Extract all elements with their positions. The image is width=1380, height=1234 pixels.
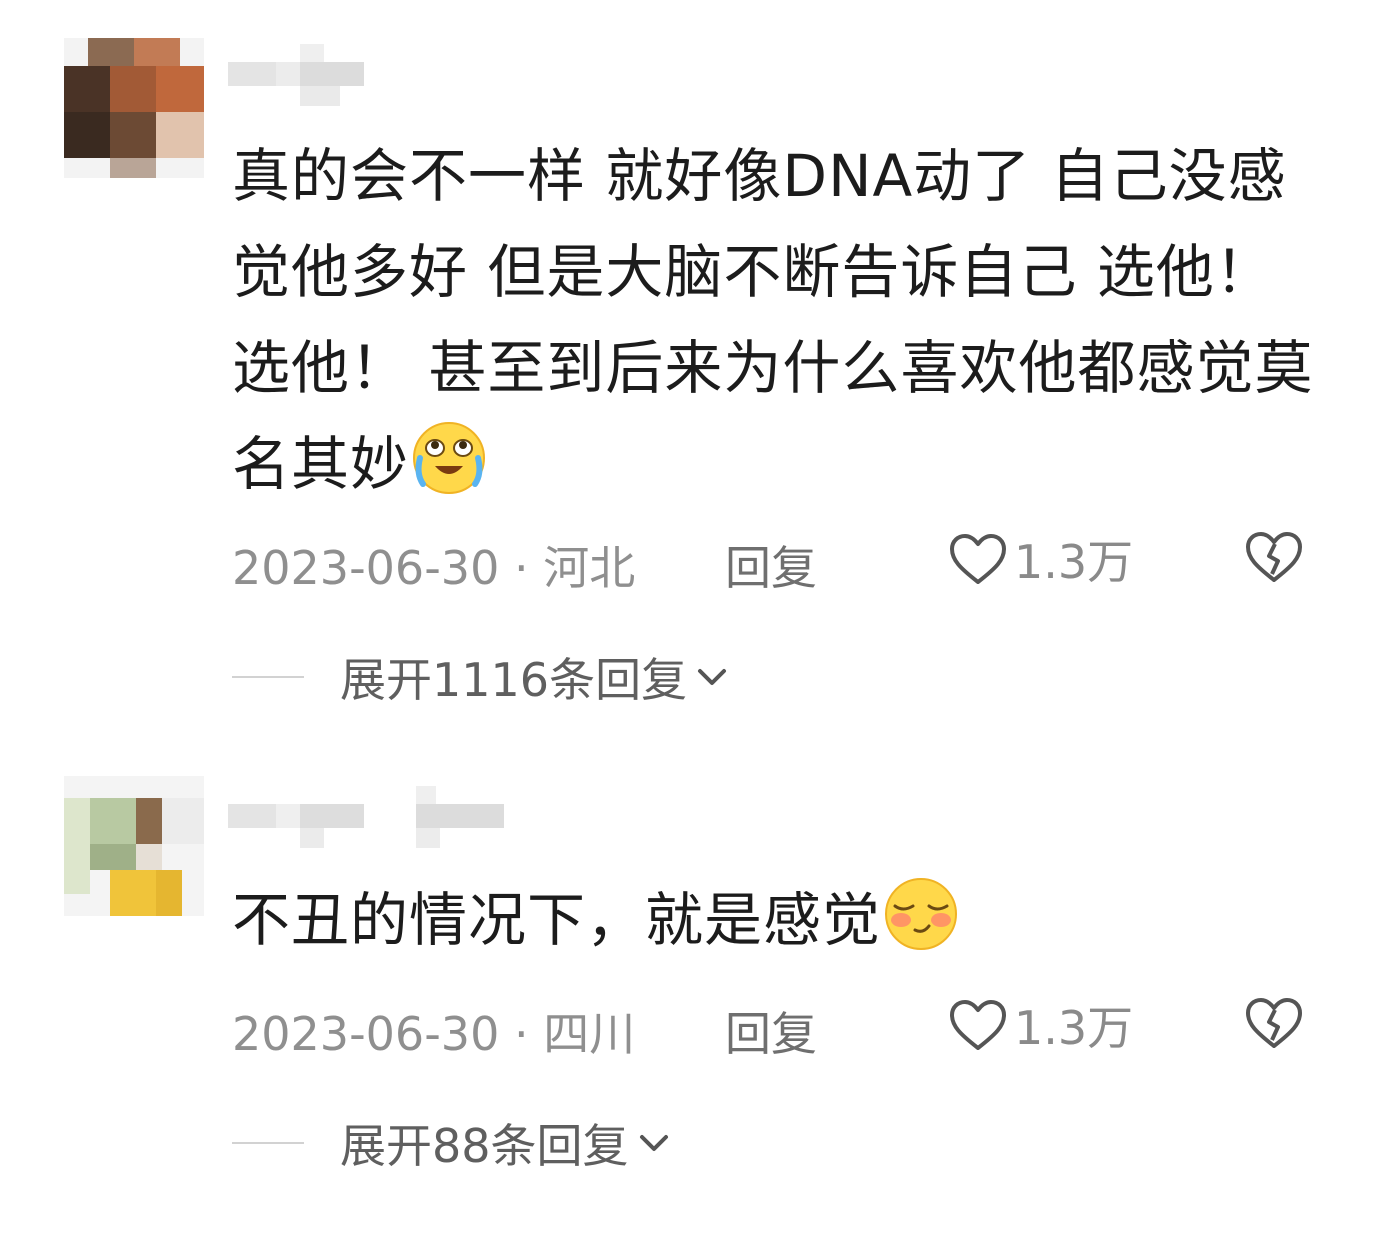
like-button[interactable]: 1.3万 bbox=[948, 524, 1133, 594]
username-blurred[interactable] bbox=[228, 786, 508, 866]
comment-meta: 2023-06-30 · 河北 回复 1.3万 bbox=[232, 524, 1332, 595]
dislike-button[interactable] bbox=[1244, 530, 1304, 595]
date-location: 2023-06-30 · 四川 bbox=[232, 1007, 636, 1061]
expand-replies-button[interactable]: 展开1116条回复 bbox=[232, 642, 932, 712]
like-button[interactable]: 1.3万 bbox=[948, 990, 1133, 1060]
chevron-down-icon bbox=[639, 1135, 668, 1151]
comment-body: 真的会不一样 就好像DNA动了 自己没感觉他多好 但是大脑不断告诉自己 选他！选… bbox=[232, 142, 1314, 498]
comment-text: 不丑的情况下，就是感觉 bbox=[232, 872, 1322, 968]
broken-heart-icon bbox=[1246, 998, 1302, 1048]
expand-replies-label: 展开1116条回复 bbox=[340, 653, 688, 707]
heart-icon bbox=[950, 534, 1006, 584]
reply-button[interactable]: 回复 bbox=[725, 998, 817, 1064]
dislike-button[interactable] bbox=[1244, 996, 1304, 1061]
shy-blushing-emoji-icon bbox=[885, 878, 958, 950]
expand-replies-button[interactable]: 展开88条回复 bbox=[232, 1108, 932, 1178]
crying-laughing-emoji-icon bbox=[413, 422, 486, 494]
broken-heart-icon bbox=[1246, 532, 1302, 582]
like-count: 1.3万 bbox=[1014, 535, 1134, 589]
like-count: 1.3万 bbox=[1014, 1001, 1134, 1055]
chevron-down-icon bbox=[698, 669, 727, 685]
comment-text: 真的会不一样 就好像DNA动了 自己没感觉他多好 但是大脑不断告诉自己 选他！选… bbox=[232, 128, 1322, 512]
comment-meta: 2023-06-30 · 四川 回复 1.3万 bbox=[232, 990, 1332, 1061]
date-location: 2023-06-30 · 河北 bbox=[232, 541, 636, 595]
comment-body: 不丑的情况下，就是感觉 bbox=[232, 886, 882, 954]
expand-replies-label: 展开88条回复 bbox=[340, 1119, 629, 1173]
heart-icon bbox=[950, 1000, 1006, 1050]
avatar[interactable] bbox=[64, 776, 204, 916]
divider-line bbox=[232, 676, 304, 678]
divider-line bbox=[232, 1142, 304, 1144]
avatar[interactable] bbox=[64, 38, 204, 178]
username-blurred[interactable] bbox=[228, 44, 378, 124]
reply-button[interactable]: 回复 bbox=[725, 532, 817, 598]
